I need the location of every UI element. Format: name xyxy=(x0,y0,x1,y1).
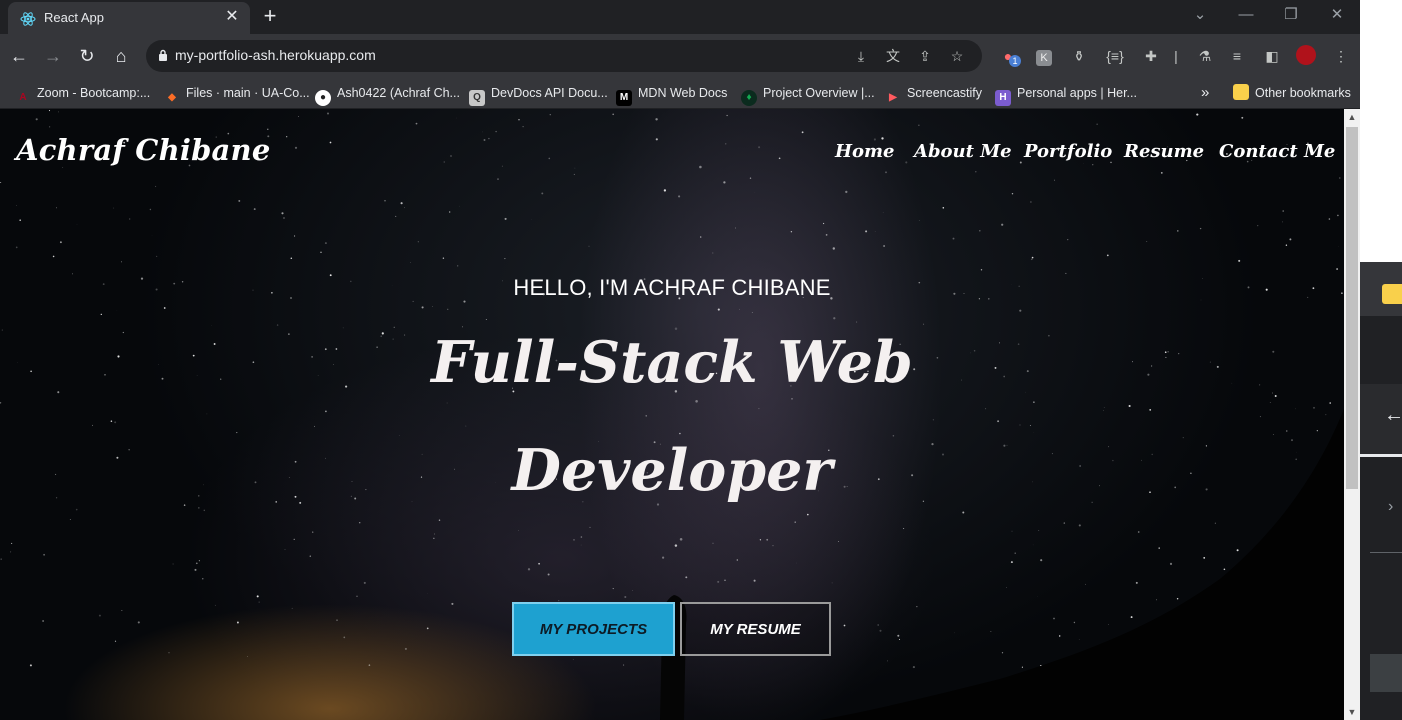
install-app-icon[interactable]: ⤓ xyxy=(850,46,872,66)
bookmark-screencastify[interactable]: ▶ Screencastify xyxy=(885,83,982,103)
reload-icon[interactable]: ↻ xyxy=(75,44,99,68)
translate-icon[interactable]: 文 xyxy=(882,46,904,66)
bookmarks-overflow-chevron-icon[interactable]: » xyxy=(1201,83,1209,103)
menu-kebab-icon[interactable]: ⋮ xyxy=(1330,45,1352,67)
url-text: my-portfolio-ash.herokuapp.com xyxy=(175,47,376,63)
home-icon[interactable]: ⌂ xyxy=(109,44,133,68)
chevron-right-icon: › xyxy=(1388,498,1394,515)
scroll-down-arrow-icon[interactable]: ▼ xyxy=(1344,704,1360,720)
address-bar[interactable]: my-portfolio-ash.herokuapp.com ⤓ 文 ⇪ ☆ xyxy=(146,40,982,72)
site-brand[interactable]: Achraf Chibane xyxy=(16,133,270,167)
new-tab-button[interactable]: + xyxy=(258,5,282,29)
toolbar-divider: | xyxy=(1174,48,1178,64)
scroll-thumb[interactable] xyxy=(1346,127,1358,489)
mdn-icon: M xyxy=(616,90,632,106)
bookmark-mdn[interactable]: M MDN Web Docs xyxy=(616,83,727,106)
mongodb-icon: ♦ xyxy=(741,90,757,106)
bookmark-heroku[interactable]: H Personal apps | Her... xyxy=(995,83,1137,106)
nav-link-about-me[interactable]: About Me xyxy=(914,141,1012,162)
nav-link-home[interactable]: Home xyxy=(835,141,895,162)
tab-strip: React App ✕ + ⌄ — ❐ ✕ xyxy=(0,0,1360,34)
portfolio-page: Achraf Chibane Home About Me Portfolio R… xyxy=(0,109,1344,720)
extensions-puzzle-icon[interactable]: ✚ xyxy=(1140,45,1162,67)
github-icon: ● xyxy=(315,90,331,106)
page-scrollbar[interactable]: ▲ ▼ xyxy=(1344,109,1360,720)
hero-title-line2: Developer xyxy=(511,437,833,504)
share-icon[interactable]: ⇪ xyxy=(914,46,936,66)
minimize-icon[interactable]: — xyxy=(1226,4,1266,28)
forward-arrow-icon[interactable]: → xyxy=(41,44,65,68)
my-projects-button[interactable]: MY PROJECTS xyxy=(512,602,675,656)
profile-avatar[interactable] xyxy=(1295,45,1317,67)
browser-window: React App ✕ + ⌄ — ❐ ✕ ← → ↻ ⌂ my-portfol… xyxy=(0,0,1360,720)
tab-react-app[interactable]: React App ✕ xyxy=(8,2,250,34)
gitlab-icon: ◆ xyxy=(168,92,176,103)
react-icon xyxy=(20,12,36,26)
lock-icon xyxy=(159,49,167,61)
back-arrow-icon[interactable]: ← xyxy=(7,44,31,68)
nav-link-contact-me[interactable]: Contact Me xyxy=(1219,141,1335,162)
hero-greeting: HELLO, I'M ACHRAF CHIBANE xyxy=(513,275,831,300)
scroll-up-arrow-icon[interactable]: ▲ xyxy=(1344,109,1360,125)
bookmark-github[interactable]: ● Ash0422 (Achraf Ch... xyxy=(315,83,460,106)
tab-title: React App xyxy=(44,10,104,25)
extension-red-icon[interactable]: ● 1 xyxy=(997,45,1021,67)
background-window-row xyxy=(1370,654,1402,692)
tab-search-chevron-icon[interactable]: ⌄ xyxy=(1180,4,1220,28)
close-window-icon[interactable]: ✕ xyxy=(1317,4,1357,28)
hero-title-line1: Full-Stack Web xyxy=(431,329,913,396)
extension-bottle-icon[interactable]: ⚱ xyxy=(1068,45,1090,67)
extension-k-icon[interactable]: K xyxy=(1033,45,1055,67)
side-panel-icon[interactable]: ◧ xyxy=(1261,45,1283,67)
browser-toolbar: ← → ↻ ⌂ my-portfolio-ash.herokuapp.com ⤓… xyxy=(0,34,1360,78)
nav-link-resume[interactable]: Resume xyxy=(1124,141,1204,162)
folder-icon xyxy=(1382,284,1402,304)
bookmarks-bar: A Zoom - Bootcamp:... ◆ Files · main · UA-… xyxy=(0,78,1360,109)
extension-json-icon[interactable]: {≡} xyxy=(1104,45,1126,67)
media-control-icon[interactable]: ≡ xyxy=(1226,45,1248,67)
background-window-header: ← xyxy=(1360,384,1402,457)
bookmark-star-icon[interactable]: ☆ xyxy=(946,46,968,66)
bookmark-gitlab[interactable]: ◆ Files · main · UA-Co... xyxy=(164,83,310,103)
background-window-edge: ← › xyxy=(1360,262,1402,720)
my-resume-button[interactable]: MY RESUME xyxy=(680,602,831,656)
devdocs-icon: Q xyxy=(469,90,485,106)
bookmark-mongodb[interactable]: ♦ Project Overview |... xyxy=(741,83,875,106)
bookmark-zoom[interactable]: A Zoom - Bootcamp:... xyxy=(15,83,150,103)
back-arrow-icon: ← xyxy=(1384,404,1402,426)
divider xyxy=(1370,552,1402,553)
other-bookmarks[interactable]: Other bookmarks xyxy=(1233,83,1351,103)
nav-link-portfolio[interactable]: Portfolio xyxy=(1024,141,1112,162)
heroku-icon: H xyxy=(995,90,1011,106)
folder-icon xyxy=(1233,84,1249,100)
labs-flask-icon[interactable]: ⚗ xyxy=(1194,45,1216,67)
restore-icon[interactable]: ❐ xyxy=(1271,4,1311,28)
tab-close-icon[interactable]: ✕ xyxy=(222,7,242,27)
bookmark-devdocs[interactable]: Q DevDocs API Docu... xyxy=(469,83,608,106)
arizona-icon: A xyxy=(19,92,27,103)
screencastify-icon: ▶ xyxy=(889,92,897,103)
extension-badge: 1 xyxy=(1009,55,1021,67)
